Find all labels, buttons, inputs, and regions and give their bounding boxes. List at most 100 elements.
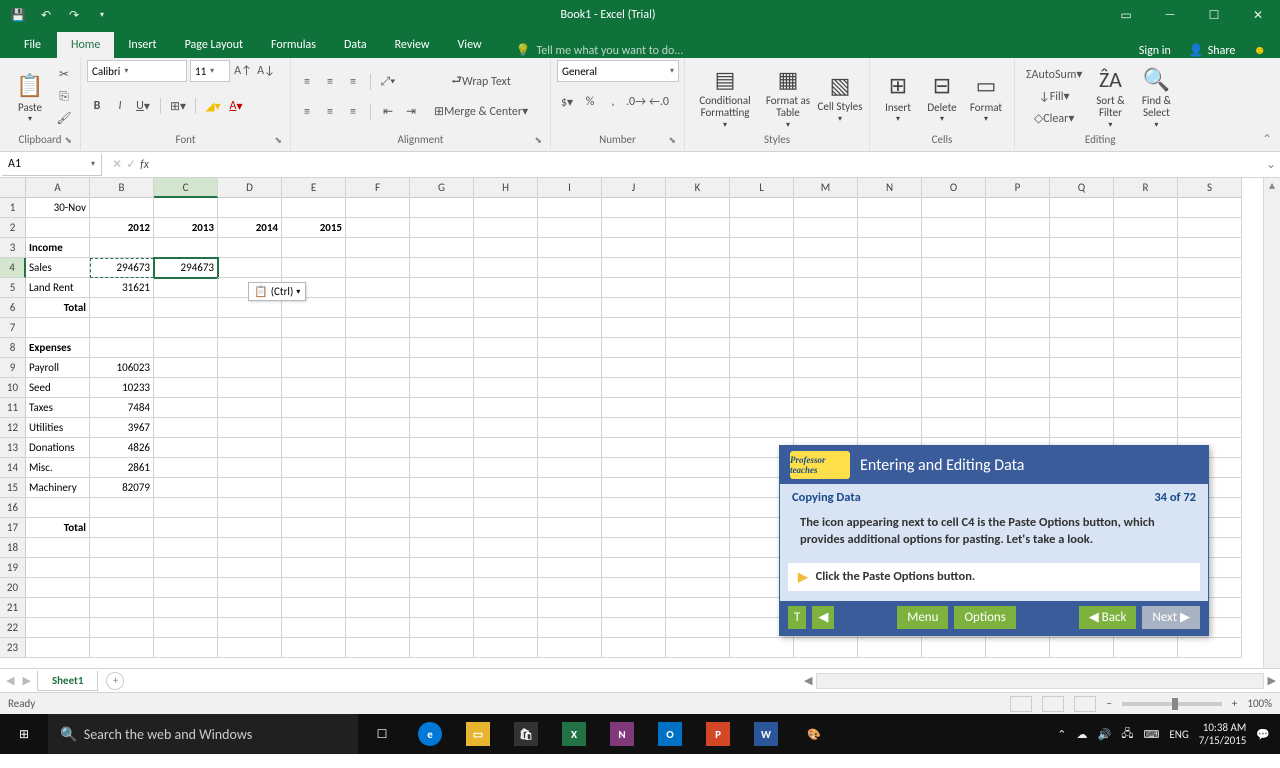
taskbar-excel[interactable]: X xyxy=(550,714,598,754)
cell-R11[interactable] xyxy=(1114,398,1178,418)
maximize-icon[interactable]: ☐ xyxy=(1192,0,1236,30)
decrease-indent-icon[interactable]: ⇤ xyxy=(378,102,398,122)
close-icon[interactable]: ✕ xyxy=(1236,0,1280,30)
cell-K3[interactable] xyxy=(666,238,730,258)
cell-I18[interactable] xyxy=(538,538,602,558)
cell-I19[interactable] xyxy=(538,558,602,578)
save-icon[interactable]: 💾 xyxy=(8,5,28,25)
cell-F20[interactable] xyxy=(346,578,410,598)
cell-P10[interactable] xyxy=(986,378,1050,398)
cell-G13[interactable] xyxy=(410,438,474,458)
cell-F1[interactable] xyxy=(346,198,410,218)
col-header-G[interactable]: G xyxy=(410,178,474,198)
tab-data[interactable]: Data xyxy=(330,32,381,58)
cell-H1[interactable] xyxy=(474,198,538,218)
cell-A21[interactable] xyxy=(26,598,90,618)
cell-Q3[interactable] xyxy=(1050,238,1114,258)
col-header-F[interactable]: F xyxy=(346,178,410,198)
cell-B13[interactable]: 4826 xyxy=(90,438,154,458)
cell-E10[interactable] xyxy=(282,378,346,398)
cell-G14[interactable] xyxy=(410,458,474,478)
cell-A16[interactable] xyxy=(26,498,90,518)
cell-D9[interactable] xyxy=(218,358,282,378)
cell-C20[interactable] xyxy=(154,578,218,598)
cell-Q7[interactable] xyxy=(1050,318,1114,338)
cell-A2[interactable] xyxy=(26,218,90,238)
cell-E17[interactable] xyxy=(282,518,346,538)
insert-cells-button[interactable]: ⊞Insert▾ xyxy=(876,64,920,130)
increase-font-icon[interactable]: A↑ xyxy=(233,61,253,81)
alignment-launcher-icon[interactable]: ⬊ xyxy=(534,135,542,146)
cell-Q12[interactable] xyxy=(1050,418,1114,438)
cell-K11[interactable] xyxy=(666,398,730,418)
cell-L3[interactable] xyxy=(730,238,794,258)
cell-E23[interactable] xyxy=(282,638,346,658)
cell-B14[interactable]: 2861 xyxy=(90,458,154,478)
tab-file[interactable]: File xyxy=(8,32,57,58)
cell-G12[interactable] xyxy=(410,418,474,438)
cell-C18[interactable] xyxy=(154,538,218,558)
cell-J11[interactable] xyxy=(602,398,666,418)
comma-icon[interactable]: , xyxy=(603,92,623,112)
cell-K2[interactable] xyxy=(666,218,730,238)
cell-I2[interactable] xyxy=(538,218,602,238)
cell-C3[interactable] xyxy=(154,238,218,258)
cell-A17[interactable]: Total xyxy=(26,518,90,538)
col-header-I[interactable]: I xyxy=(538,178,602,198)
row-header-11[interactable]: 11 xyxy=(0,398,26,418)
cell-K21[interactable] xyxy=(666,598,730,618)
cell-K12[interactable] xyxy=(666,418,730,438)
cell-M10[interactable] xyxy=(794,378,858,398)
cell-C2[interactable]: 2013 xyxy=(154,218,218,238)
row-header-22[interactable]: 22 xyxy=(0,618,26,638)
cell-I14[interactable] xyxy=(538,458,602,478)
cell-K20[interactable] xyxy=(666,578,730,598)
row-header-13[interactable]: 13 xyxy=(0,438,26,458)
cell-H21[interactable] xyxy=(474,598,538,618)
cell-B2[interactable]: 2012 xyxy=(90,218,154,238)
cell-G20[interactable] xyxy=(410,578,474,598)
cell-O5[interactable] xyxy=(922,278,986,298)
cell-O6[interactable] xyxy=(922,298,986,318)
cell-R7[interactable] xyxy=(1114,318,1178,338)
cell-J16[interactable] xyxy=(602,498,666,518)
cell-C7[interactable] xyxy=(154,318,218,338)
align-right-icon[interactable]: ≡ xyxy=(343,102,363,122)
cell-K22[interactable] xyxy=(666,618,730,638)
view-page-layout-icon[interactable] xyxy=(1042,696,1064,712)
row-header-21[interactable]: 21 xyxy=(0,598,26,618)
cell-I23[interactable] xyxy=(538,638,602,658)
cell-G1[interactable] xyxy=(410,198,474,218)
cell-O8[interactable] xyxy=(922,338,986,358)
col-header-A[interactable]: A xyxy=(26,178,90,198)
taskbar-onenote[interactable]: N xyxy=(598,714,646,754)
cell-E20[interactable] xyxy=(282,578,346,598)
col-header-R[interactable]: R xyxy=(1114,178,1178,198)
cell-N6[interactable] xyxy=(858,298,922,318)
cell-C17[interactable] xyxy=(154,518,218,538)
cell-K8[interactable] xyxy=(666,338,730,358)
zoom-slider[interactable] xyxy=(1122,702,1222,706)
cell-H11[interactable] xyxy=(474,398,538,418)
cell-M1[interactable] xyxy=(794,198,858,218)
cell-E8[interactable] xyxy=(282,338,346,358)
fill-color-icon[interactable]: ◢▾ xyxy=(203,96,223,116)
cell-B9[interactable]: 106023 xyxy=(90,358,154,378)
cell-I3[interactable] xyxy=(538,238,602,258)
cell-G3[interactable] xyxy=(410,238,474,258)
cell-F14[interactable] xyxy=(346,458,410,478)
row-header-23[interactable]: 23 xyxy=(0,638,26,658)
font-color-icon[interactable]: A▾ xyxy=(226,96,246,116)
cell-P9[interactable] xyxy=(986,358,1050,378)
cell-M8[interactable] xyxy=(794,338,858,358)
cell-H18[interactable] xyxy=(474,538,538,558)
cancel-formula-icon[interactable]: ✕ xyxy=(112,157,122,172)
cell-L2[interactable] xyxy=(730,218,794,238)
cell-K9[interactable] xyxy=(666,358,730,378)
cell-N11[interactable] xyxy=(858,398,922,418)
cell-A22[interactable] xyxy=(26,618,90,638)
cell-E6[interactable] xyxy=(282,298,346,318)
cell-A5[interactable]: Land Rent xyxy=(26,278,90,298)
cell-N8[interactable] xyxy=(858,338,922,358)
view-normal-icon[interactable] xyxy=(1010,696,1032,712)
